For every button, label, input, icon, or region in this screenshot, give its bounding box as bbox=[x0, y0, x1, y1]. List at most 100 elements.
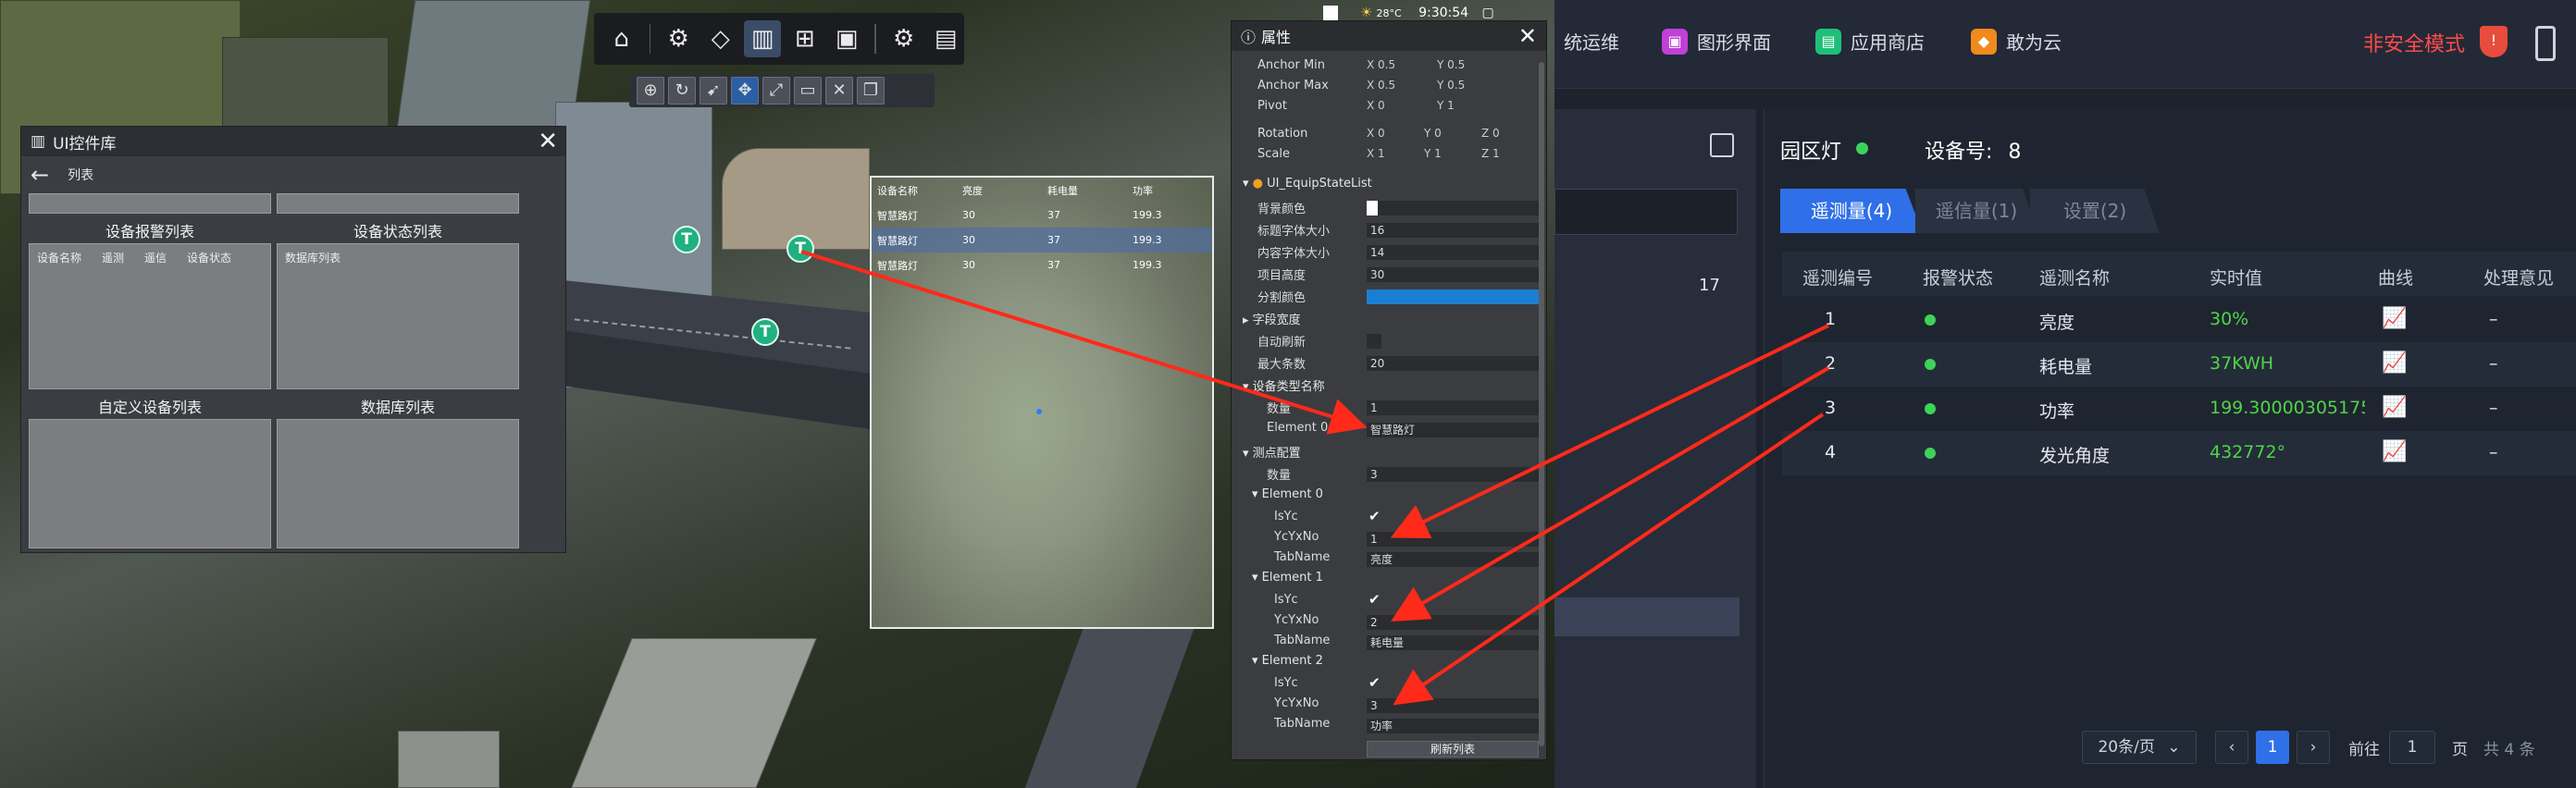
title-font-field[interactable]: 16 bbox=[1367, 223, 1539, 238]
next-page-button[interactable]: › bbox=[2297, 731, 2330, 764]
widget-card-alarm-list[interactable]: 设备名称 遥测 遥信 设备状态 bbox=[29, 243, 271, 389]
prop-y[interactable]: Y 0 bbox=[1424, 127, 1442, 140]
table-row[interactable] bbox=[1782, 387, 2576, 431]
element-section[interactable]: ▾ Element 0 bbox=[1252, 487, 1323, 501]
rect-icon[interactable]: ▭ bbox=[794, 77, 822, 105]
prop-y[interactable]: Y 1 bbox=[1424, 147, 1442, 160]
prop-x[interactable]: X 0.5 bbox=[1367, 58, 1395, 71]
pointer-icon[interactable]: ➹ bbox=[700, 77, 727, 105]
tabname-field[interactable]: 亮度 bbox=[1367, 552, 1539, 567]
page-button[interactable]: 1 bbox=[2256, 731, 2289, 764]
list-preview-widget[interactable]: 设备名称 亮度 耗电量 功率 智慧路灯 30 37 199.3 智慧路灯 30 … bbox=[870, 176, 1214, 629]
tabname-field[interactable]: 耗电量 bbox=[1367, 635, 1539, 650]
pivot-handle[interactable] bbox=[1036, 409, 1042, 414]
table-row[interactable] bbox=[1782, 342, 2576, 387]
widget-grid-icon[interactable]: ⊞ bbox=[786, 20, 824, 57]
save-icon[interactable]: ▤ bbox=[927, 20, 964, 57]
widget-card-custom-list[interactable] bbox=[29, 419, 271, 548]
isyc-checkbox[interactable]: ✔ bbox=[1368, 674, 1381, 691]
copy-icon[interactable]: ❐ bbox=[857, 77, 885, 105]
content-font-field[interactable]: 14 bbox=[1367, 245, 1539, 260]
prop-z[interactable]: Z 1 bbox=[1481, 147, 1500, 160]
device-type-section[interactable]: ▾ 设备类型名称 bbox=[1243, 376, 1325, 394]
item-height-field[interactable]: 30 bbox=[1367, 267, 1539, 282]
prop-x[interactable]: X 1 bbox=[1367, 147, 1385, 160]
table-row[interactable] bbox=[1782, 431, 2576, 475]
nav-item-app-store[interactable]: ▤ 应用商店 bbox=[1815, 28, 1925, 55]
tab-telesignal[interactable]: 遥信量(1) bbox=[1915, 189, 2037, 233]
trend-chart-icon[interactable]: 📈 bbox=[2382, 442, 2407, 462]
widget-thumbnail[interactable] bbox=[29, 193, 271, 214]
element-section[interactable]: ▾ Element 1 bbox=[1252, 571, 1323, 585]
middle-selected-row[interactable] bbox=[1554, 597, 1740, 636]
scrollbar[interactable] bbox=[1539, 62, 1544, 746]
target-icon[interactable]: ⊕ bbox=[637, 77, 664, 105]
trend-chart-icon[interactable]: 📈 bbox=[2382, 398, 2407, 418]
middle-search-input[interactable] bbox=[1554, 189, 1738, 235]
nav-item-ops[interactable]: 统运维 bbox=[1564, 28, 1619, 55]
mobile-icon[interactable] bbox=[2535, 26, 2556, 61]
streetlight-marker[interactable]: T bbox=[673, 226, 700, 253]
refresh-list-button[interactable]: 刷新列表 bbox=[1367, 741, 1539, 757]
scale-icon[interactable]: ⤢ bbox=[762, 77, 790, 105]
window-icon[interactable]: ▢ bbox=[1482, 6, 1494, 20]
trend-chart-icon[interactable]: 📈 bbox=[2382, 353, 2407, 374]
tabname-field[interactable]: 功率 bbox=[1367, 719, 1539, 733]
ycyxno-field[interactable]: 2 bbox=[1367, 615, 1539, 630]
device-type-element0-field[interactable]: 智慧路灯 bbox=[1367, 423, 1539, 437]
bar-chart-icon[interactable]: ▥ bbox=[744, 20, 781, 57]
gear-cluster-icon[interactable]: ⚙ bbox=[660, 20, 697, 57]
move-icon[interactable]: ✥ bbox=[731, 77, 759, 105]
table-row[interactable] bbox=[1782, 298, 2576, 342]
widget-card-database-list[interactable] bbox=[277, 419, 519, 548]
delete-icon[interactable]: ✕ bbox=[825, 77, 853, 105]
close-icon[interactable]: ✕ bbox=[1518, 21, 1537, 51]
bg-color-field[interactable] bbox=[1367, 201, 1539, 215]
prop-x[interactable]: X 0 bbox=[1367, 127, 1385, 140]
prop-y[interactable]: Y 0.5 bbox=[1437, 79, 1465, 92]
isyc-checkbox[interactable]: ✔ bbox=[1368, 591, 1381, 608]
settings-icon[interactable]: ⚙ bbox=[886, 20, 923, 57]
close-icon[interactable]: ✕ bbox=[538, 127, 558, 156]
widget-thumbnail[interactable] bbox=[277, 193, 519, 214]
external-link-icon[interactable] bbox=[1710, 133, 1734, 157]
prop-x[interactable]: X 0.5 bbox=[1367, 79, 1395, 92]
prev-page-button[interactable]: ‹ bbox=[2215, 731, 2248, 764]
element-section[interactable]: ▾ Element 2 bbox=[1252, 654, 1323, 668]
preview-row[interactable]: 智慧路灯 30 37 199.3 bbox=[872, 228, 1212, 252]
preview-row[interactable]: 智慧路灯 30 37 199.3 bbox=[872, 203, 1212, 228]
cube-icon[interactable]: ◇ bbox=[702, 20, 739, 57]
streetlight-marker[interactable]: T bbox=[751, 318, 779, 346]
nav-item-cloud[interactable]: ◆ 敢为云 bbox=[1971, 28, 2062, 55]
device-count-field[interactable]: 1 bbox=[1367, 400, 1539, 415]
isyc-checkbox[interactable]: ✔ bbox=[1368, 508, 1381, 524]
nav-label: 图形界面 bbox=[1697, 31, 1771, 54]
points-section[interactable]: ▾ 测点配置 bbox=[1243, 443, 1301, 461]
nav-item-graphics[interactable]: ▣ 图形界面 bbox=[1662, 28, 1771, 55]
rotate-icon[interactable]: ↻ bbox=[668, 77, 696, 105]
back-arrow-icon[interactable]: ← bbox=[31, 162, 49, 188]
chart-panel-icon[interactable]: ▣ bbox=[828, 20, 865, 57]
preview-row[interactable]: 智慧路灯 30 37 199.3 bbox=[872, 252, 1212, 277]
ycyxno-field[interactable]: 3 bbox=[1367, 698, 1539, 713]
widget-card-status-list[interactable]: 数据库列表 bbox=[277, 243, 519, 389]
shield-icon[interactable]: ! bbox=[2480, 26, 2508, 57]
prop-x[interactable]: X 0 bbox=[1367, 99, 1385, 112]
field-width-section[interactable]: ▸ 字段宽度 bbox=[1243, 310, 1301, 327]
tab-telemetry[interactable]: 遥测量(4) bbox=[1780, 189, 1923, 233]
page-size-select[interactable]: 20条/页 ⌄ bbox=[2082, 731, 2197, 764]
trend-chart-icon[interactable]: 📈 bbox=[2382, 309, 2407, 329]
ycyxno-field[interactable]: 1 bbox=[1367, 532, 1539, 547]
goto-page-input[interactable]: 1 bbox=[2389, 731, 2435, 764]
auto-refresh-checkbox[interactable] bbox=[1367, 334, 1381, 349]
streetlight-marker[interactable]: T bbox=[786, 235, 814, 263]
prop-z[interactable]: Z 0 bbox=[1481, 127, 1500, 140]
divider-color-field[interactable] bbox=[1367, 289, 1539, 304]
points-count-field[interactable]: 3 bbox=[1367, 467, 1539, 482]
component-header[interactable]: ▾ ● UI_EquipStateList bbox=[1243, 177, 1372, 191]
max-items-field[interactable]: 20 bbox=[1367, 356, 1539, 371]
home-icon[interactable]: ⌂ bbox=[603, 20, 640, 57]
prop-y[interactable]: Y 0.5 bbox=[1437, 58, 1465, 71]
tab-settings[interactable]: 设置(2) bbox=[2030, 189, 2160, 233]
prop-y[interactable]: Y 1 bbox=[1437, 99, 1455, 112]
